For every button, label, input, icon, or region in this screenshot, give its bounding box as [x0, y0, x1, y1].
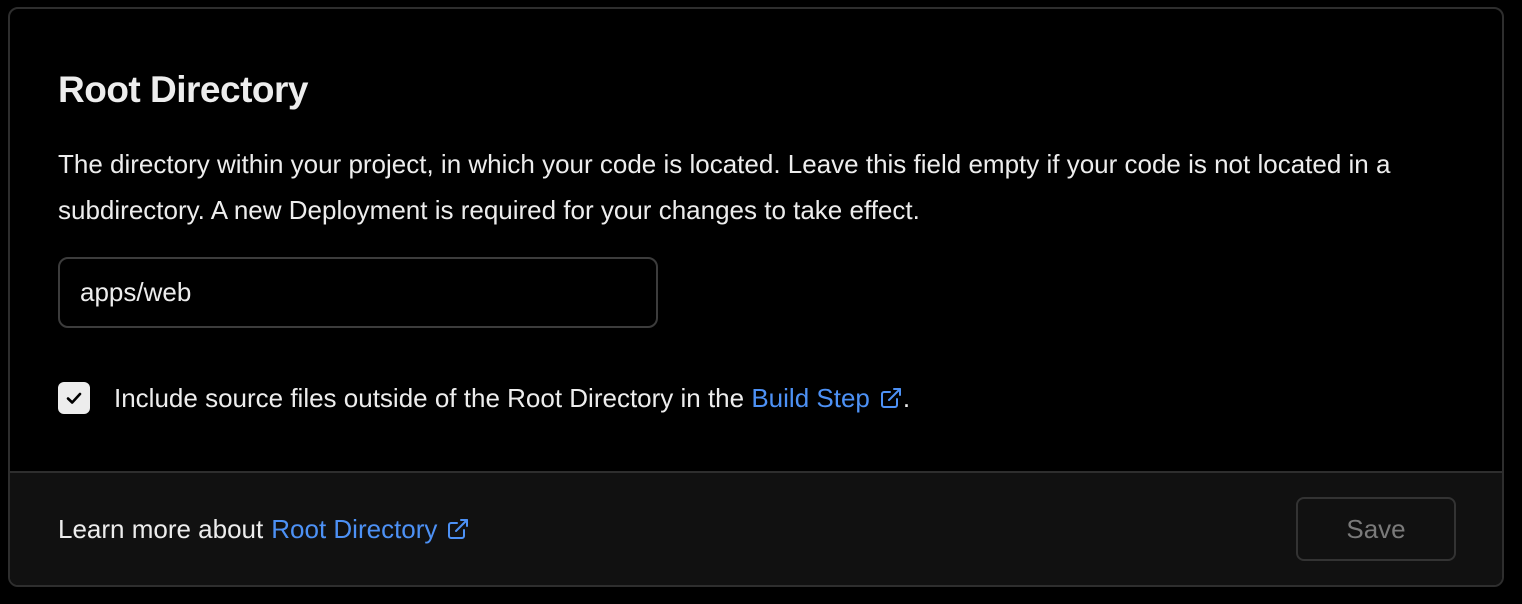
include-source-files-checkbox[interactable] [58, 382, 90, 414]
root-directory-docs-link-text: Root Directory [271, 513, 438, 544]
checkmark-icon [66, 392, 82, 404]
include-source-files-label: Include source files outside of the Root… [114, 383, 910, 414]
build-step-link-text: Build Step [751, 382, 870, 413]
section-description: The directory within your project, in wh… [58, 149, 1391, 225]
label-prefix: Include source files outside of the Root… [114, 382, 752, 413]
section-title: Root Directory [58, 69, 308, 110]
external-link-icon [879, 386, 903, 410]
card-body: Root Directory The directory within your… [10, 9, 1502, 473]
root-directory-input[interactable] [58, 257, 658, 328]
include-source-files-row: Include source files outside of the Root… [58, 378, 1454, 418]
root-directory-card: Root Directory The directory within your… [8, 7, 1504, 587]
build-step-link[interactable]: Build Step [751, 383, 903, 414]
external-link-icon [446, 517, 470, 541]
save-button[interactable]: Save [1296, 497, 1456, 561]
label-suffix: . [902, 382, 911, 413]
learn-more-text: Learn more about Root Directory [58, 514, 470, 545]
card-footer: Learn more about Root Directory Save [10, 471, 1502, 585]
learn-more-prefix: Learn more about [58, 513, 264, 544]
root-directory-docs-link[interactable]: Root Directory [271, 514, 470, 545]
